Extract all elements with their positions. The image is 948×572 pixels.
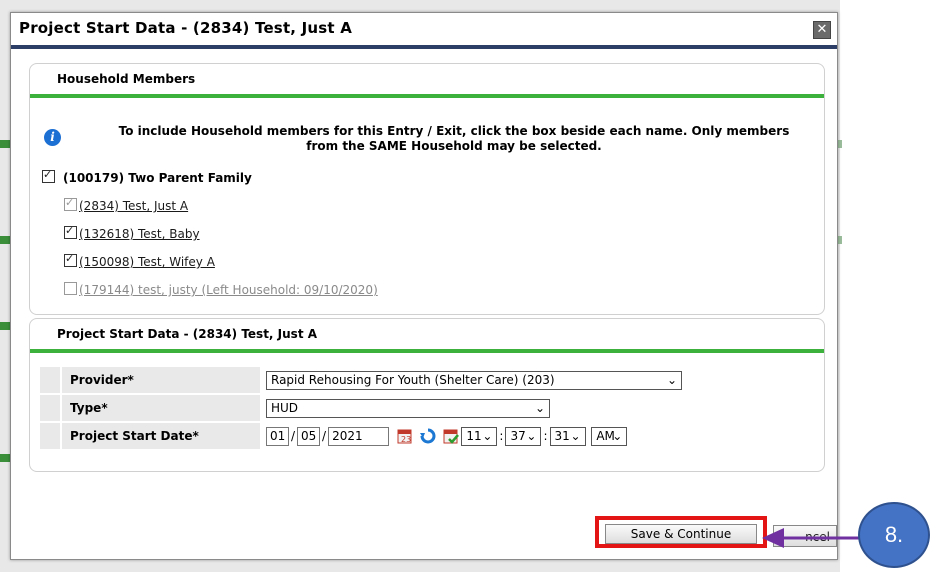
chevron-down-icon: ⌄ [570,428,581,443]
member-row: (132618) Test, Baby [64,224,200,241]
start-data-header: Project Start Data - (2834) Test, Just A [30,319,824,353]
household-members-header: Household Members [30,64,824,98]
start-data-panel: Project Start Data - (2834) Test, Just A… [29,318,825,472]
chevron-down-icon: ⌄ [482,428,493,443]
second-select[interactable]: 31 ⌄ [549,426,586,446]
time-separator: : [543,429,548,443]
chevron-down-icon: ⌄ [526,428,537,443]
family-row: (100179) Two Parent Family [42,168,252,185]
close-icon[interactable]: ✕ [813,21,831,39]
member-link[interactable]: (179144) test, justy (Left Household: 09… [79,283,378,297]
step-callout: 8. [858,502,930,568]
member-checkbox[interactable] [64,224,77,239]
info-text: To include Household members for this En… [118,124,790,153]
chevron-down-icon: ⌄ [534,400,545,415]
row-gutter [40,367,60,393]
member-row: (2834) Test, Just A [64,196,188,213]
provider-cell: Rapid Rehousing For Youth (Shelter Care)… [262,367,812,393]
ampm-select[interactable]: AM ⌄ [591,426,628,446]
date-separator: / [322,429,327,443]
member-row: (179144) test, justy (Left Household: 09… [64,282,378,297]
info-icon: i [44,129,61,146]
chevron-down-icon: ⌄ [666,372,677,387]
member-row: (150098) Test, Wifey A [64,252,215,269]
member-checkbox[interactable] [64,252,77,267]
provider-row: Provider* Rapid Rehousing For Youth (She… [40,367,812,393]
date-row: Project Start Date* 01/05/2021 23 11 ⌄:37… [40,423,812,449]
type-row: Type* HUD ⌄ [40,395,812,421]
hour-select[interactable]: 11 ⌄ [461,426,498,446]
month-input[interactable]: 01 [266,426,289,446]
callout-arrow [762,528,860,548]
provider-label: Provider* [62,367,260,393]
refresh-icon[interactable] [419,428,436,444]
project-start-dialog: Project Start Data - (2834) Test, Just A… [10,12,838,560]
dialog-titlebar: Project Start Data - (2834) Test, Just A… [11,13,837,49]
type-label: Type* [62,395,260,421]
start-data-form: Provider* Rapid Rehousing For Youth (She… [38,365,814,451]
save-highlight-box: Save & Continue [595,516,767,548]
member-checkbox[interactable] [64,196,77,211]
calendar-check-icon[interactable] [443,428,459,444]
family-label: (100179) Two Parent Family [63,171,252,185]
row-gutter [40,423,60,449]
provider-select[interactable]: Rapid Rehousing For Youth (Shelter Care)… [266,370,682,390]
household-members-panel: Household Members i To include Household… [29,63,825,315]
row-gutter [40,395,60,421]
date-label: Project Start Date* [62,423,260,449]
date-separator: / [291,429,296,443]
type-cell: HUD ⌄ [262,395,812,421]
minute-select[interactable]: 37 ⌄ [505,426,542,446]
chevron-down-icon: ⌄ [612,428,623,443]
family-checkbox[interactable] [42,168,55,183]
member-link[interactable]: (132618) Test, Baby [79,227,200,241]
day-input[interactable]: 05 [297,426,321,446]
member-checkbox[interactable] [64,282,77,295]
save-continue-button[interactable]: Save & Continue [605,524,757,544]
time-separator: : [499,429,504,443]
member-link[interactable]: (2834) Test, Just A [79,199,188,213]
member-link[interactable]: (150098) Test, Wifey A [79,255,215,269]
calendar-icon[interactable]: 23 [397,428,412,444]
svg-text:23: 23 [401,435,411,444]
year-input[interactable]: 2021 [328,426,390,446]
dialog-title: Project Start Data - (2834) Test, Just A [19,19,353,37]
type-select[interactable]: HUD ⌄ [266,398,550,418]
date-cell: 01/05/2021 23 11 ⌄:37 ⌄:31 ⌄ AM ⌄ [262,423,812,449]
